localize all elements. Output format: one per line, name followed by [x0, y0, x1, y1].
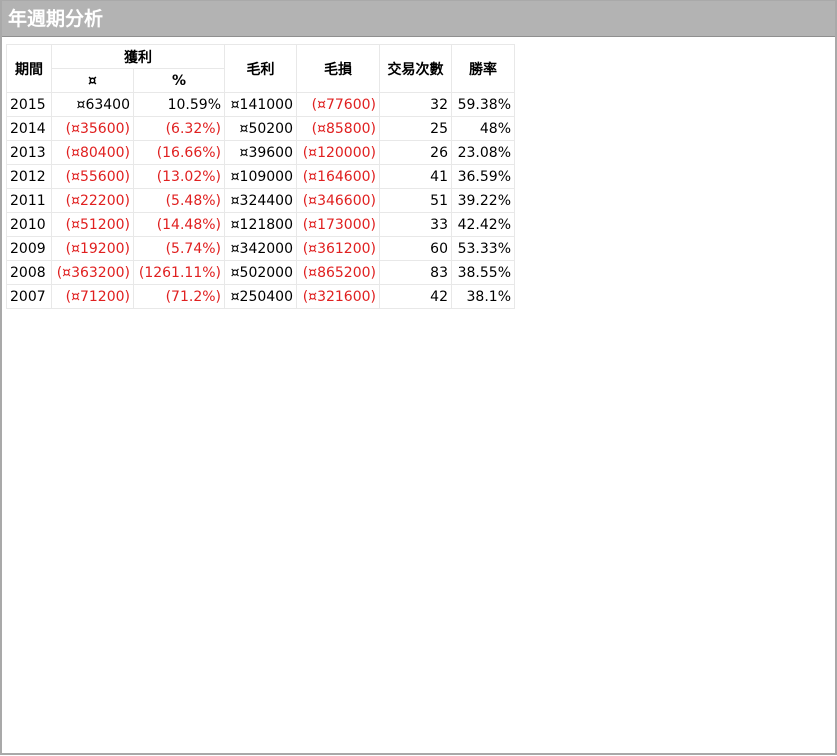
cell-trade-count: 51: [379, 188, 452, 213]
cell-win-rate: 53.33%: [451, 236, 515, 261]
cell-profit-amount: (¤80400): [51, 140, 134, 165]
cell-trade-count: 32: [379, 92, 452, 117]
cell-win-rate: 48%: [451, 116, 515, 141]
annual-period-table: 期間 獲利 毛利 毛損 交易次數 勝率 ¤ % 2015 ¤63400 10.59%…: [6, 44, 515, 309]
cell-year: 2013: [6, 140, 52, 165]
table-row: 2014 (¤35600) (6.32%) ¤50200 (¤85800) 25 48%: [6, 116, 515, 141]
cell-gross-profit: ¤121800: [224, 212, 297, 237]
header-trade-count: 交易次數: [379, 44, 452, 93]
cell-profit-percent: (13.02%): [133, 164, 225, 189]
cell-gross-loss: (¤85800): [296, 116, 380, 141]
table-row: 2013 (¤80400) (16.66%) ¤39600 (¤120000) 26 23.…: [6, 140, 515, 165]
cell-year: 2011: [6, 188, 52, 213]
cell-gross-profit: ¤502000: [224, 260, 297, 285]
cell-gross-loss: (¤346600): [296, 188, 380, 213]
cell-year: 2007: [6, 284, 52, 309]
cell-gross-loss: (¤120000): [296, 140, 380, 165]
cell-trade-count: 42: [379, 284, 452, 309]
cell-year: 2010: [6, 212, 52, 237]
cell-trade-count: 83: [379, 260, 452, 285]
cell-win-rate: 39.22%: [451, 188, 515, 213]
table-row: 2009 (¤19200) (5.74%) ¤342000 (¤361200) 60 53.…: [6, 236, 515, 261]
cell-win-rate: 59.38%: [451, 92, 515, 117]
header-profit-percent: %: [133, 68, 225, 93]
cell-gross-profit: ¤39600: [224, 140, 297, 165]
cell-profit-amount: (¤35600): [51, 116, 134, 141]
cell-profit-amount: (¤55600): [51, 164, 134, 189]
cell-trade-count: 33: [379, 212, 452, 237]
header-gross-loss: 毛損: [296, 44, 380, 93]
cell-gross-loss: (¤865200): [296, 260, 380, 285]
cell-gross-profit: ¤324400: [224, 188, 297, 213]
cell-trade-count: 26: [379, 140, 452, 165]
cell-profit-amount: (¤51200): [51, 212, 134, 237]
cell-profit-amount: (¤363200): [51, 260, 134, 285]
cell-gross-profit: ¤141000: [224, 92, 297, 117]
cell-profit-percent: 10.59%: [133, 92, 225, 117]
cell-gross-profit: ¤342000: [224, 236, 297, 261]
cell-gross-loss: (¤164600): [296, 164, 380, 189]
cell-gross-profit: ¤109000: [224, 164, 297, 189]
cell-gross-loss: (¤77600): [296, 92, 380, 117]
cell-profit-percent: (5.48%): [133, 188, 225, 213]
cell-profit-percent: (14.48%): [133, 212, 225, 237]
report-content: 期間 獲利 毛利 毛損 交易次數 勝率 ¤ % 2015 ¤63400 10.59%…: [2, 37, 835, 309]
cell-win-rate: 36.59%: [451, 164, 515, 189]
cell-year: 2012: [6, 164, 52, 189]
cell-profit-amount: (¤19200): [51, 236, 134, 261]
table-row: 2012 (¤55600) (13.02%) ¤109000 (¤164600) 41 36…: [6, 164, 515, 189]
cell-year: 2014: [6, 116, 52, 141]
cell-year: 2009: [6, 236, 52, 261]
table-row: 2010 (¤51200) (14.48%) ¤121800 (¤173000) 33 42…: [6, 212, 515, 237]
cell-win-rate: 42.42%: [451, 212, 515, 237]
cell-win-rate: 38.1%: [451, 284, 515, 309]
cell-profit-percent: (16.66%): [133, 140, 225, 165]
cell-profit-percent: (5.74%): [133, 236, 225, 261]
table-body: 2015 ¤63400 10.59% ¤141000 (¤77600) 32 59.38% 2…: [6, 92, 515, 309]
table-row: 2007 (¤71200) (71.2%) ¤250400 (¤321600) 42 38.…: [6, 284, 515, 309]
report-window: 年週期分析 期間 獲利 毛利 毛損 交易次數 勝率 ¤ % 2015 ¤6340…: [0, 0, 837, 755]
header-profit: 獲利: [51, 44, 225, 69]
header-gross-profit: 毛利: [224, 44, 297, 93]
table-row: 2011 (¤22200) (5.48%) ¤324400 (¤346600) 51 39.…: [6, 188, 515, 213]
cell-gross-loss: (¤173000): [296, 212, 380, 237]
table-header: 期間 獲利 毛利 毛損 交易次數 勝率 ¤ %: [6, 44, 515, 93]
table-row: 2015 ¤63400 10.59% ¤141000 (¤77600) 32 59.38%: [6, 92, 515, 117]
cell-gross-profit: ¤50200: [224, 116, 297, 141]
header-win-rate: 勝率: [451, 44, 515, 93]
cell-gross-loss: (¤321600): [296, 284, 380, 309]
cell-profit-percent: (71.2%): [133, 284, 225, 309]
cell-profit-amount: ¤63400: [51, 92, 134, 117]
cell-trade-count: 25: [379, 116, 452, 141]
cell-win-rate: 38.55%: [451, 260, 515, 285]
cell-gross-profit: ¤250400: [224, 284, 297, 309]
cell-year: 2015: [6, 92, 52, 117]
cell-profit-amount: (¤22200): [51, 188, 134, 213]
cell-profit-amount: (¤71200): [51, 284, 134, 309]
window-title: 年週期分析: [2, 1, 835, 37]
cell-year: 2008: [6, 260, 52, 285]
cell-gross-loss: (¤361200): [296, 236, 380, 261]
cell-profit-percent: (6.32%): [133, 116, 225, 141]
cell-profit-percent: (1261.11%): [133, 260, 225, 285]
cell-win-rate: 23.08%: [451, 140, 515, 165]
cell-trade-count: 41: [379, 164, 452, 189]
header-period: 期間: [6, 44, 52, 93]
header-profit-amount: ¤: [51, 68, 134, 93]
cell-trade-count: 60: [379, 236, 452, 261]
table-row: 2008 (¤363200) (1261.11%) ¤502000 (¤865200) 8…: [6, 260, 515, 285]
